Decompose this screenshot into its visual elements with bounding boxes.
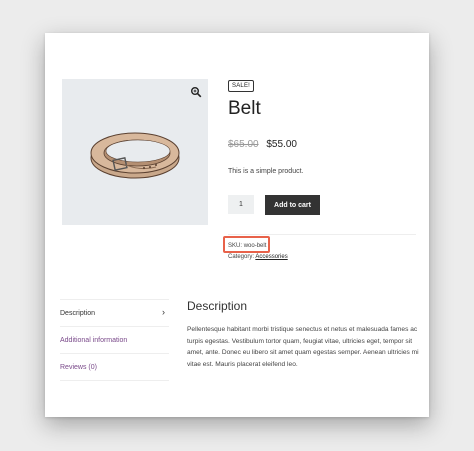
category-label: Category: xyxy=(228,254,255,260)
category-link[interactable]: Accessories xyxy=(255,254,287,260)
tab-additional-information[interactable]: Additional information xyxy=(60,326,169,353)
product-image[interactable] xyxy=(62,79,208,225)
sku-highlight-box xyxy=(223,236,270,253)
category-line: Category: Accessories xyxy=(228,252,288,263)
tab-label: Reviews (0) xyxy=(60,363,97,371)
panel-text: Pellentesque habitant morbi tristique se… xyxy=(187,326,419,368)
price-new: $55.00 xyxy=(266,139,297,150)
belt-illustration xyxy=(90,132,180,179)
tab-description[interactable]: Description › xyxy=(60,299,169,326)
divider xyxy=(228,234,416,235)
price-old: $65.00 xyxy=(228,139,259,150)
tab-label: Additional information xyxy=(60,336,128,344)
chevron-right-icon: › xyxy=(162,307,165,317)
magnifier-icon[interactable] xyxy=(190,86,202,98)
price-block: $65.00 $55.00 xyxy=(228,139,297,150)
panel-title: Description xyxy=(187,299,248,313)
sale-badge: SALE! xyxy=(228,80,255,92)
add-to-cart-button[interactable]: Add to cart xyxy=(265,195,320,215)
short-description: This is a simple product. xyxy=(228,168,304,175)
tab-reviews[interactable]: Reviews (0) xyxy=(60,353,169,381)
product-tabs: Description › Additional information Rev… xyxy=(60,299,169,381)
quantity-input[interactable]: 1 xyxy=(228,195,254,214)
product-card: SALE! Belt $65.00 $55.00 This is a simpl… xyxy=(45,33,429,417)
tab-label: Description xyxy=(60,309,96,317)
product-title: Belt xyxy=(228,98,261,119)
